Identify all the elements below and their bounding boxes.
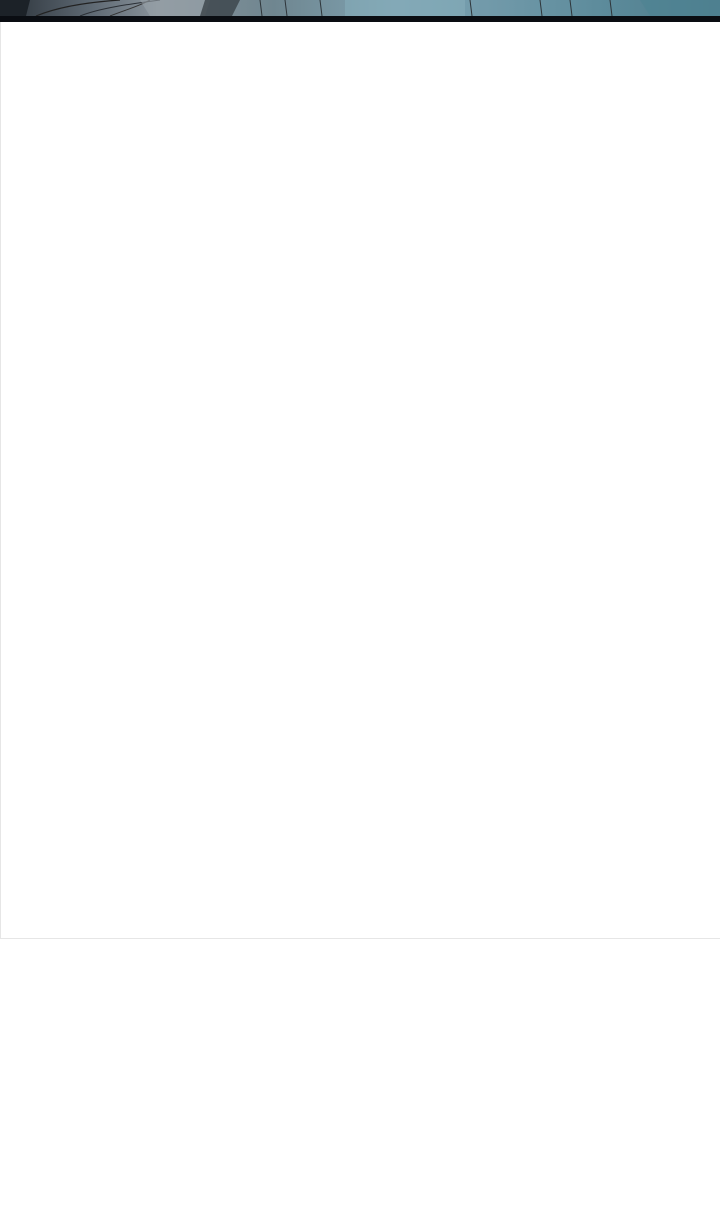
comic-panel-image [0,0,720,22]
blank-lower-area [0,939,720,1205]
blank-content-panel [0,22,720,939]
page [0,0,720,1205]
